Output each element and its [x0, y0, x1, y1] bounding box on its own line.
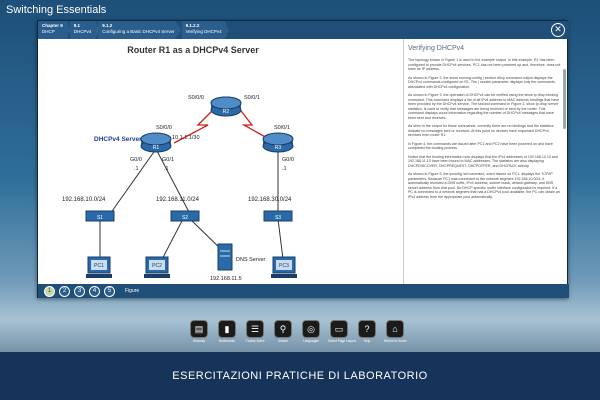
r2-s000-label: S0/0/0 [188, 95, 204, 101]
panel-paragraph: The topology shown in Figure 1 is used i… [408, 58, 561, 71]
r1-g00-ip: .1 [134, 166, 139, 172]
panel-scrollbar[interactable] [563, 69, 566, 129]
home-icon: ⌂ [386, 320, 404, 338]
breadcrumb-section[interactable]: 9.1 DHCPv4 [69, 21, 99, 39]
figure-tab-5[interactable]: 5 [104, 285, 115, 297]
figure-tab-3[interactable]: 3 [74, 285, 85, 297]
r3-g00-label: G0/0 [282, 157, 294, 163]
network-label-s3: 192.168.30.0/24 [248, 197, 292, 203]
breadcrumb-page[interactable]: 9.1.2.2 Verifying DHCPv4 [181, 21, 229, 39]
dhcp-server-label: DHCPv4 Server [94, 136, 142, 143]
figure-tab-1[interactable]: 1 [44, 285, 55, 297]
r1-g00-label: G0/0 [130, 157, 142, 163]
svg-text:S3: S3 [275, 215, 281, 221]
course-window: Chapter 9 DHCP 9.1 DHCPv4 9.1.2 Configuring… [37, 20, 569, 298]
figure-tab-2[interactable]: 2 [59, 285, 70, 297]
r3-g00-ip: .1 [282, 166, 287, 172]
topology-figure: Router R1 as a DHCPv4 Server R2 R1 R3 S0… [38, 39, 401, 284]
globe-icon: ◎ [302, 320, 320, 338]
pc-pc2[interactable]: PC2 [144, 256, 170, 278]
layout-icon: ▭ [330, 320, 348, 338]
footer-caption: ESERCITAZIONI PRATICHE DI LABORATORIO [172, 370, 428, 382]
search-icon: ⚲ [274, 320, 292, 338]
figure-title: Router R1 as a DHCPv4 Server [127, 45, 259, 55]
home-button[interactable]: ⌂ Return to Home [384, 320, 407, 343]
network-label-s2: 192.168.11.0/24 [156, 197, 200, 203]
bookmark-icon: ▮ [218, 320, 236, 338]
panel-paragraph: In Figure 4, the commands are issued aft… [408, 141, 553, 151]
r1-s000-label: S0/0/0 [156, 125, 172, 131]
help-button[interactable]: ? Help [356, 320, 378, 343]
svg-text:PC2: PC2 [152, 263, 162, 269]
topology-svg: Router R1 as a DHCPv4 Server R2 R1 R3 S0… [62, 45, 297, 282]
pc-pc1[interactable]: PC1 [86, 256, 112, 278]
network-label-s1: 192.168.10.0/24 [62, 197, 106, 203]
glossary-button[interactable]: ▤ Glossary [188, 320, 210, 343]
dns-server-ip: 192.168.11.5 [210, 276, 242, 282]
panel-paragraph: Notice that the binding information now … [408, 154, 558, 168]
book-icon: ▤ [190, 320, 208, 338]
panel-paragraph: As shown in Figure 5, the ipconfig /all … [408, 172, 560, 199]
svg-text:S1: S1 [97, 215, 103, 221]
figure-label: Figure [125, 288, 140, 294]
languages-button[interactable]: ◎ Languages [300, 320, 322, 343]
app-title: Switching Essentials [6, 4, 107, 16]
figure-tab-4[interactable]: 4 [89, 285, 100, 297]
index-icon: ☰ [246, 320, 264, 338]
svg-text:PC1: PC1 [94, 263, 104, 269]
close-button[interactable]: ✕ [551, 23, 565, 37]
breadcrumb-chapter[interactable]: Chapter 9 DHCP [38, 21, 70, 39]
r1-g01-ip: .1 [164, 166, 169, 172]
router-r3[interactable]: R3 [262, 132, 294, 153]
ethernet-links [99, 148, 285, 268]
switch-s3[interactable]: S3 [263, 210, 293, 222]
r1-network-label: 10.1.1.1/30 [172, 135, 200, 141]
course-index-button[interactable]: ☰ Course Index [244, 320, 266, 343]
course-toolbar: ▤ Glossary ▮ Bookmarks ☰ Course Index ⚲ Sear… [188, 320, 407, 343]
switch-s1[interactable]: S1 [85, 210, 115, 222]
svg-text:S2: S2 [182, 215, 188, 221]
svg-text:R2: R2 [223, 109, 230, 115]
switch-s2[interactable]: S2 [170, 210, 200, 222]
explanation-panel: Verifying DHCPv4 The topology shown in F… [403, 39, 567, 284]
panel-paragraph: As seen in the output for these commands… [408, 124, 554, 137]
panel-paragraph: As shown in Figure 2, the show running-c… [408, 75, 555, 89]
page-layout-button[interactable]: ▭ Select Page Layout [328, 320, 356, 343]
panel-paragraph: As shown in Figure 3, the operation of D… [408, 93, 560, 120]
pc-pc3[interactable]: PC3 [271, 256, 297, 278]
bookmarks-button[interactable]: ▮ Bookmarks [216, 320, 238, 343]
dns-server[interactable] [217, 243, 233, 271]
svg-text:R1: R1 [153, 145, 160, 151]
help-icon: ? [358, 320, 376, 338]
dns-server-label: DNS Server [236, 257, 266, 263]
figure-pager: 1 2 3 4 5 Figure [38, 284, 569, 298]
r3-s001-label: S0/0/1 [274, 125, 290, 131]
breadcrumb: Chapter 9 DHCP 9.1 DHCPv4 9.1.2 Configuring… [38, 21, 569, 39]
svg-text:R3: R3 [275, 145, 282, 151]
r2-s001-label: S0/0/1 [244, 95, 260, 101]
router-r1[interactable]: R1 [140, 132, 172, 153]
svg-text:PC3: PC3 [279, 263, 289, 269]
router-r2[interactable]: R2 [210, 96, 242, 117]
close-icon: ✕ [554, 24, 562, 34]
search-button[interactable]: ⚲ Search [272, 320, 294, 343]
panel-heading: Verifying DHCPv4 [408, 45, 465, 52]
breadcrumb-topic[interactable]: 9.1.2 Configuring a Basic DHCPv4 Server [98, 21, 182, 39]
r1-g01-label: G0/1 [162, 157, 174, 163]
